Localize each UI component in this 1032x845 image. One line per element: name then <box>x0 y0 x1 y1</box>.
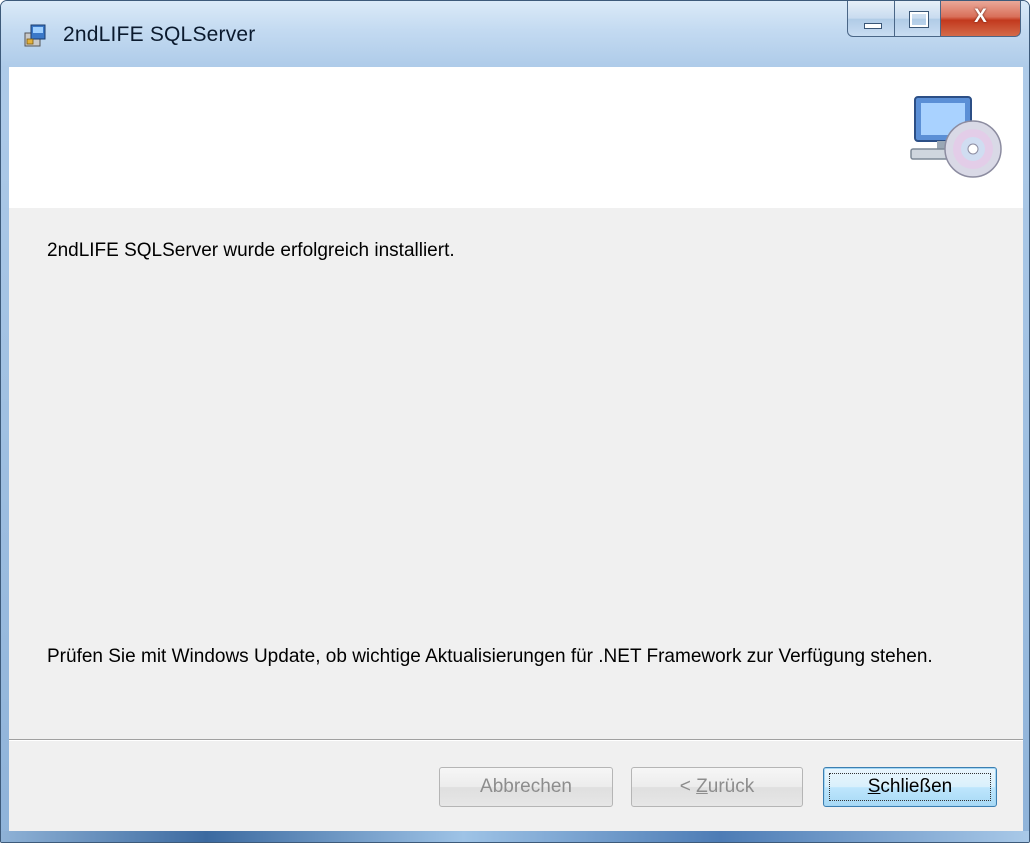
minimize-icon <box>864 23 882 29</box>
dialog-content: 2ndLIFE SQLServer wurde erfolgreich inst… <box>9 208 1023 833</box>
close-icon: X <box>974 6 987 27</box>
close-button-label: Schließen <box>867 776 953 797</box>
window-frame-left <box>1 67 9 842</box>
install-success-message: 2ndLIFE SQLServer wurde erfolgreich inst… <box>47 240 455 261</box>
minimize-button[interactable] <box>847 1 895 37</box>
cancel-button-label: Abbrechen <box>480 776 572 797</box>
window-title: 2ndLIFE SQLServer <box>63 23 256 46</box>
back-button[interactable]: < Zurück <box>631 767 803 807</box>
close-button[interactable]: Schließen <box>823 767 997 807</box>
installer-window: 2ndLIFE SQLServer X 2ndLIFE SQLServer wu… <box>0 0 1030 843</box>
installer-icon <box>24 24 46 47</box>
windows-update-message: Prüfen Sie mit Windows Update, ob wichti… <box>47 646 933 667</box>
cancel-button[interactable]: Abbrechen <box>439 767 613 807</box>
header-banner <box>9 67 1023 209</box>
button-separator <box>9 739 1023 741</box>
back-button-label: < Zurück <box>679 776 755 797</box>
title-bar[interactable]: 2ndLIFE SQLServer X <box>1 1 1029 67</box>
maximize-icon <box>909 11 929 28</box>
window-frame-bottom <box>1 831 1029 842</box>
close-window-button[interactable]: X <box>941 1 1021 37</box>
window-controls: X <box>847 1 1021 39</box>
computer-cd-icon <box>910 96 1002 178</box>
maximize-button[interactable] <box>895 1 941 37</box>
